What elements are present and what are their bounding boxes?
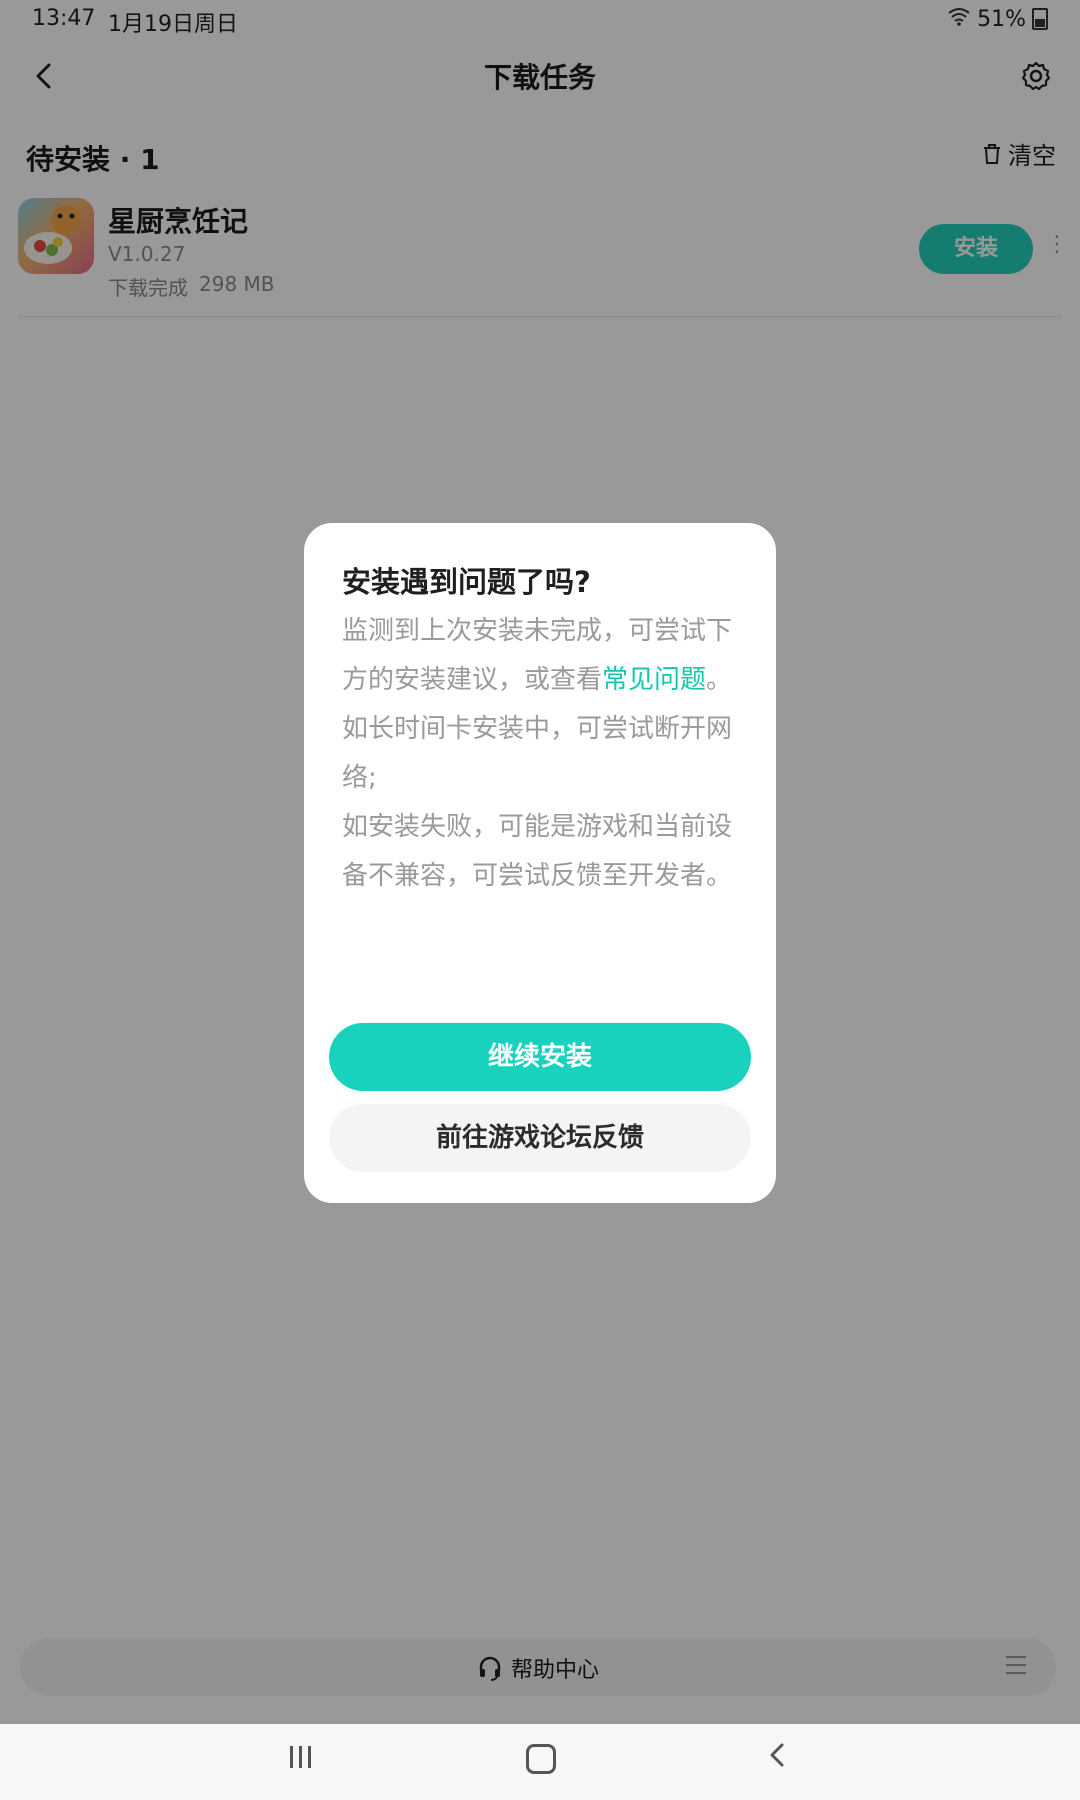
dialog-paragraph-2: 如长时间卡安装中，可尝试断开网络;	[342, 714, 733, 793]
dialog-para1-suffix: 。	[706, 665, 733, 695]
system-back-button[interactable]	[765, 1742, 791, 1768]
continue-install-button[interactable]: 继续安装	[329, 1023, 751, 1091]
recent-apps-button[interactable]	[290, 1746, 311, 1768]
install-problem-dialog: 安装遇到问题了吗? 监测到上次安装未完成，可尝试下方的安装建议，或查看常见问题。…	[304, 523, 776, 1203]
dialog-paragraph-3: 如安装失败，可能是游戏和当前设备不兼容，可尝试反馈至开发者。	[342, 812, 733, 891]
faq-link[interactable]: 常见问题	[602, 665, 706, 695]
system-navigation-bar	[0, 1724, 1080, 1800]
dialog-title: 安装遇到问题了吗?	[342, 565, 591, 599]
back-arrow-icon	[770, 1743, 784, 1767]
forum-feedback-button[interactable]: 前往游戏论坛反馈	[329, 1104, 751, 1172]
dialog-body: 监测到上次安装未完成，可尝试下方的安装建议，或查看常见问题。 如长时间卡安装中，…	[342, 607, 742, 901]
dialog-paragraph-1: 监测到上次安装未完成，可尝试下方的安装建议，或查看常见问题。	[342, 607, 742, 705]
home-button[interactable]	[526, 1744, 556, 1774]
